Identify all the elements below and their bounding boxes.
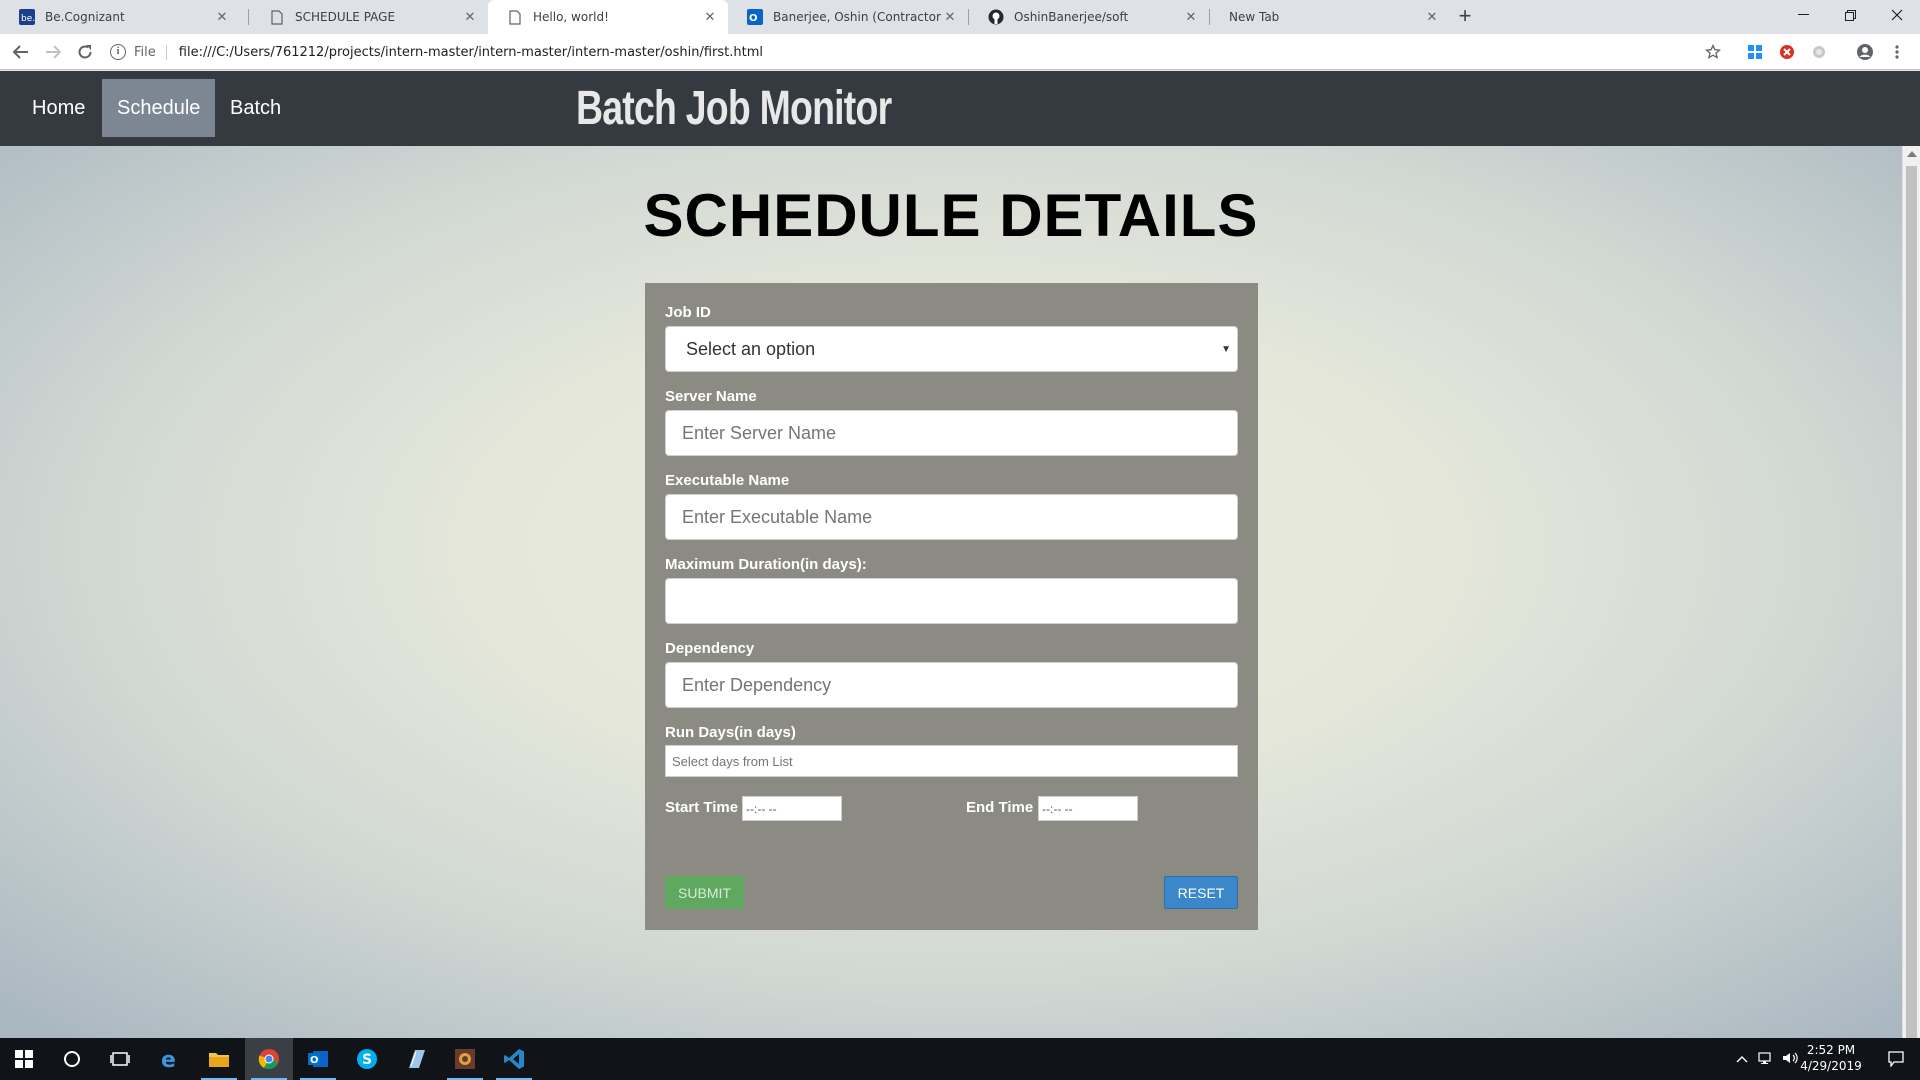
- action-center-icon[interactable]: [1872, 1038, 1920, 1080]
- forward-arrow-icon[interactable]: [40, 39, 66, 65]
- system-tray: [1736, 1038, 1800, 1080]
- nav-link-home[interactable]: Home: [17, 79, 100, 137]
- tab-title: Be.Cognizant: [45, 10, 125, 24]
- blocker-extension-icon[interactable]: [1778, 43, 1796, 61]
- document-icon: [507, 9, 523, 25]
- clock-date: 4/29/2019: [1800, 1059, 1862, 1073]
- bookmark-star-icon[interactable]: [1704, 43, 1722, 61]
- close-icon[interactable]: ✕: [462, 10, 478, 25]
- game-icon[interactable]: [441, 1038, 489, 1080]
- nav-link-batch[interactable]: Batch: [215, 79, 296, 137]
- skype-icon[interactable]: S: [343, 1038, 391, 1080]
- dropdown-caret-icon: ▼: [1221, 344, 1231, 355]
- chrome-icon[interactable]: [245, 1038, 293, 1080]
- cognizant-icon: be.: [19, 9, 35, 25]
- tab-title: Banerjee, Oshin (Contractor) - Ou: [773, 10, 942, 24]
- svg-text:S: S: [362, 1052, 372, 1068]
- tab-title: OshinBanerjee/soft: [1014, 10, 1129, 24]
- close-icon[interactable]: ✕: [942, 10, 958, 25]
- url-scheme-label: File: [134, 44, 167, 60]
- nav-link-schedule[interactable]: Schedule: [102, 79, 216, 137]
- tab-title: New Tab: [1229, 10, 1280, 24]
- dependency-label: Dependency: [665, 640, 755, 657]
- tab-separator: [248, 9, 249, 25]
- close-window-icon[interactable]: [1874, 0, 1920, 30]
- svg-text:be.: be.: [21, 14, 35, 24]
- max-duration-label: Maximum Duration(in days):: [665, 556, 867, 573]
- notepad-icon[interactable]: [392, 1038, 440, 1080]
- close-icon[interactable]: ✕: [1424, 10, 1440, 25]
- executable-name-label: Executable Name: [665, 472, 790, 489]
- job-id-select[interactable]: Select an option ▼: [665, 326, 1238, 372]
- start-time-label: Start Time: [665, 799, 739, 816]
- tab-github[interactable]: OshinBanerjee/soft ✕: [969, 0, 1209, 34]
- tab-title: Hello, world!: [533, 10, 609, 24]
- edge-icon[interactable]: e: [146, 1038, 194, 1080]
- run-days-label: Run Days(in days): [665, 724, 796, 741]
- tab-be-cognizant[interactable]: be. Be.Cognizant ✕: [0, 0, 240, 34]
- browser-tab-strip: be. Be.Cognizant ✕ SCHEDULE PAGE ✕ Hello…: [0, 0, 1920, 34]
- svg-text:e: e: [161, 1048, 176, 1070]
- end-time-label: End Time: [966, 799, 1034, 816]
- url-text[interactable]: file:///C:/Users/761212/projects/intern-…: [179, 45, 763, 60]
- back-arrow-icon[interactable]: [8, 39, 34, 65]
- schedule-form: Job ID Select an option ▼ Server Name En…: [645, 283, 1258, 930]
- start-time-input[interactable]: --:-- --: [742, 796, 842, 821]
- outlook-icon[interactable]: O: [294, 1038, 342, 1080]
- executable-name-input[interactable]: Enter Executable Name: [665, 494, 1238, 540]
- close-icon[interactable]: ✕: [214, 10, 230, 25]
- svg-text:O: O: [749, 13, 758, 24]
- max-duration-input[interactable]: [665, 578, 1238, 624]
- new-tab-plus-icon[interactable]: +: [1452, 4, 1478, 30]
- tab-hello-world[interactable]: Hello, world! ✕: [488, 0, 728, 34]
- run-days-select[interactable]: Select days from List: [665, 745, 1238, 777]
- restore-window-icon[interactable]: [1827, 0, 1873, 30]
- minimize-window-icon[interactable]: [1780, 0, 1826, 30]
- tab-new-tab[interactable]: New Tab ✕: [1210, 0, 1450, 34]
- cortana-search-icon[interactable]: [48, 1038, 96, 1080]
- server-name-label: Server Name: [665, 388, 757, 405]
- tab-title: SCHEDULE PAGE: [295, 10, 396, 24]
- job-id-selected-value: Select an option: [686, 338, 816, 359]
- close-icon[interactable]: ✕: [702, 10, 718, 25]
- chrome-menu-icon[interactable]: [1888, 43, 1906, 61]
- site-info-icon[interactable]: i: [110, 44, 126, 60]
- address-bar[interactable]: i File file:///C:/Users/761212/projects/…: [110, 38, 1740, 66]
- site-brand-title: Batch Job Monitor: [576, 82, 892, 135]
- server-name-input[interactable]: Enter Server Name: [665, 410, 1238, 456]
- page-title: SCHEDULE DETAILS: [643, 182, 1259, 249]
- browser-toolbar: i File file:///C:/Users/761212/projects/…: [0, 34, 1920, 70]
- tray-overflow-chevron-icon[interactable]: [1736, 1052, 1748, 1066]
- reset-button[interactable]: RESET: [1164, 876, 1238, 909]
- site-navbar: Home Schedule Batch Batch Job Monitor: [0, 71, 1920, 146]
- network-icon[interactable]: [1758, 1051, 1774, 1068]
- document-icon: [269, 9, 285, 25]
- svg-text:O: O: [310, 1055, 319, 1066]
- outlook-icon: O: [747, 9, 763, 25]
- close-icon[interactable]: ✕: [1183, 10, 1199, 25]
- windows-taskbar: e O S 2:52 PM 4/29/2019: [0, 1038, 1920, 1080]
- scroll-up-arrow-icon[interactable]: [1907, 151, 1917, 157]
- page-scrollbar[interactable]: [1902, 146, 1920, 1038]
- vscode-icon[interactable]: [490, 1038, 538, 1080]
- extension-icon[interactable]: [1810, 43, 1828, 61]
- submit-button[interactable]: SUBMIT: [665, 876, 744, 909]
- reload-icon[interactable]: [72, 39, 98, 65]
- clock-time: 2:52 PM: [1806, 1043, 1856, 1057]
- end-time-input[interactable]: --:-- --: [1038, 796, 1138, 821]
- taskbar-clock[interactable]: 2:52 PM 4/29/2019: [1796, 1042, 1866, 1074]
- github-icon: [988, 9, 1004, 25]
- tab-schedule-page[interactable]: SCHEDULE PAGE ✕: [250, 0, 488, 34]
- windows-start-icon[interactable]: [0, 1038, 48, 1080]
- job-id-label: Job ID: [665, 304, 711, 321]
- task-view-icon[interactable]: [96, 1038, 144, 1080]
- tab-outlook[interactable]: O Banerjee, Oshin (Contractor) - Ou ✕: [728, 0, 968, 34]
- page-content: SCHEDULE DETAILS Job ID Select an option…: [0, 146, 1920, 1038]
- windows-extension-icon[interactable]: [1746, 43, 1764, 61]
- file-explorer-icon[interactable]: [195, 1038, 243, 1080]
- dependency-input[interactable]: Enter Dependency: [665, 662, 1238, 708]
- scroll-thumb[interactable]: [1906, 166, 1917, 1038]
- profile-avatar-icon[interactable]: [1856, 43, 1874, 61]
